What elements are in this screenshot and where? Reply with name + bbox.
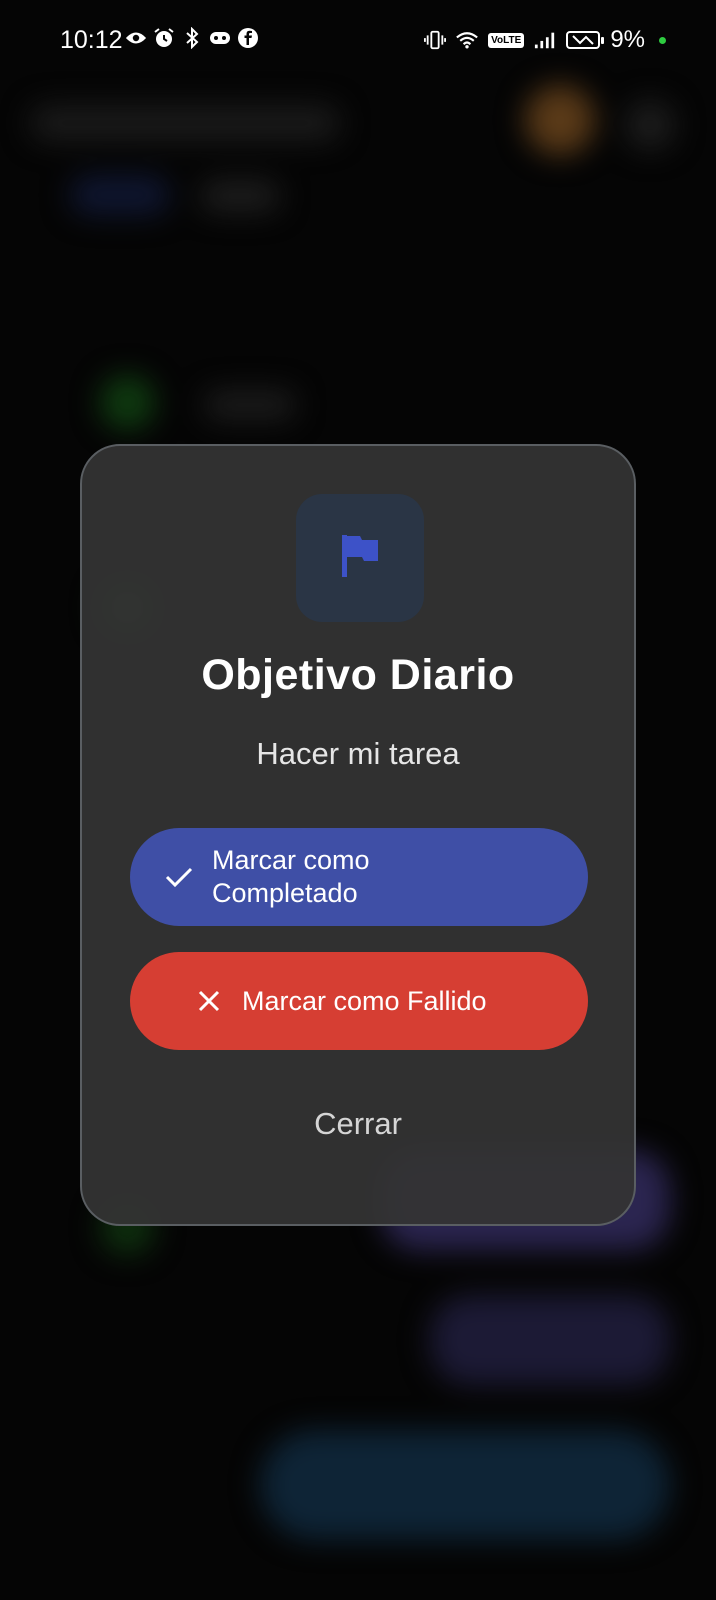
dialog-title: Objetivo Diario	[201, 651, 515, 699]
daily-goal-dialog: Objetivo Diario Hacer mi tarea Marcar co…	[80, 444, 636, 1226]
mark-failed-label: Marcar como Fallido	[242, 985, 487, 1016]
notification-icons	[125, 27, 259, 49]
status-bar: 10:12 VoLTE 9%	[0, 0, 716, 80]
status-time: 10:12	[60, 26, 123, 54]
gamepad-icon	[209, 27, 231, 49]
eye-icon	[125, 27, 147, 49]
background-avatar	[525, 85, 595, 155]
privacy-indicator	[659, 36, 666, 44]
bluetooth-icon	[181, 27, 203, 49]
system-icons: VoLTE 9%	[424, 26, 666, 54]
background-chip	[200, 180, 280, 212]
battery-saver-icon	[566, 31, 605, 49]
background-card	[430, 1295, 670, 1385]
background-header	[30, 105, 340, 141]
close-button[interactable]: Cerrar	[82, 1106, 634, 1142]
flag-icon	[338, 531, 382, 586]
dialog-icon-container	[296, 494, 424, 622]
mark-completed-label: Marcar como Completado	[212, 845, 370, 908]
facebook-icon	[237, 27, 259, 49]
signal-icon	[534, 29, 556, 51]
background-list-icon	[100, 375, 155, 430]
mark-failed-button[interactable]: Marcar como Fallido	[130, 952, 588, 1050]
background-list-text	[205, 390, 295, 420]
battery-percent: 9%	[610, 26, 645, 53]
background-menu	[625, 100, 675, 150]
alarm-icon	[153, 27, 175, 49]
volte-icon: VoLTE	[488, 32, 525, 48]
background-chip	[70, 175, 170, 215]
background-button	[260, 1430, 670, 1540]
vibrate-icon	[424, 29, 447, 51]
check-icon	[164, 862, 194, 892]
mark-completed-button[interactable]: Marcar como Completado	[130, 828, 588, 926]
wifi-icon	[456, 29, 478, 51]
dialog-subtitle: Hacer mi tarea	[256, 736, 460, 771]
close-icon	[194, 986, 224, 1016]
